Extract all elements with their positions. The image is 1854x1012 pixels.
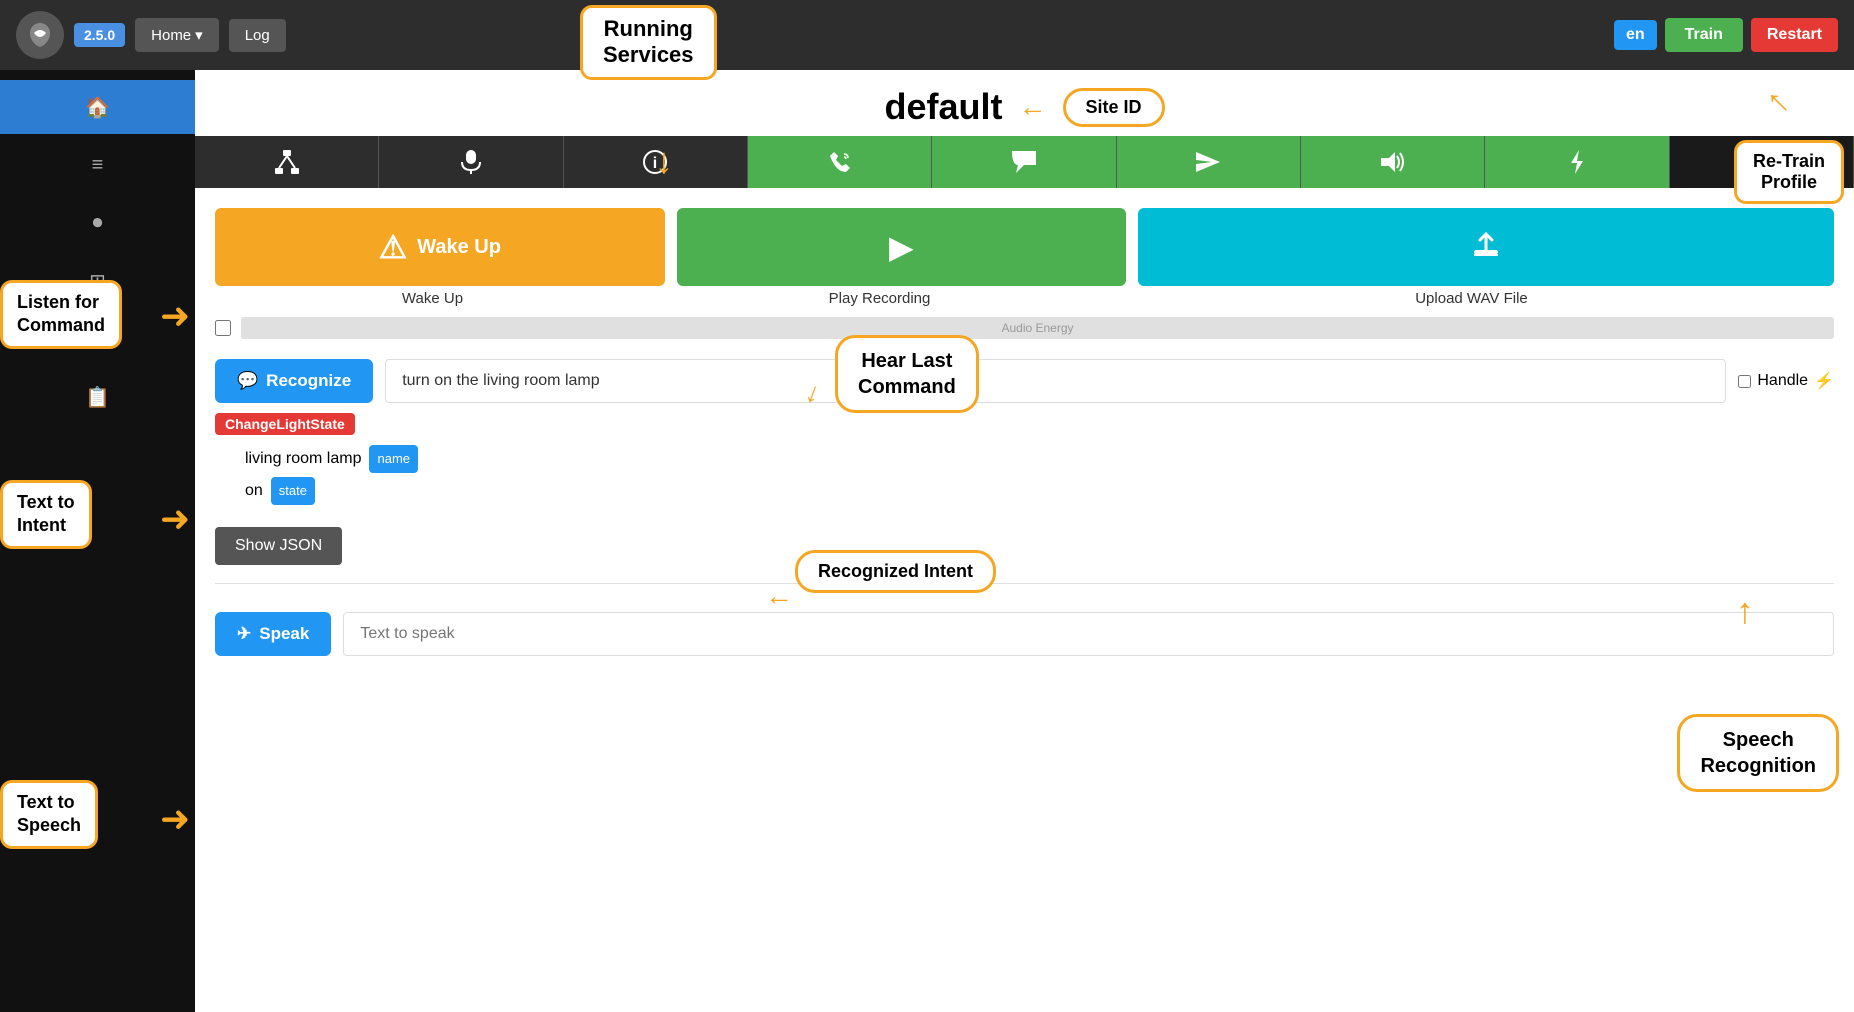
- sidebar-item-docs[interactable]: 📋: [0, 370, 195, 424]
- speak-label: Speak: [259, 624, 309, 644]
- logo: [16, 11, 64, 59]
- list-item: living room lamp name: [245, 443, 1834, 475]
- text-speech-arrow-icon: ➜: [160, 798, 190, 840]
- tab-microphone[interactable]: [379, 136, 563, 188]
- speak-row: ✈ Speak: [195, 592, 1854, 666]
- slot-text-1: living room lamp: [245, 443, 361, 475]
- content-area: Re-TrainProfile ↑ default ← Site ID ↓: [195, 70, 1854, 1012]
- home-label: Home: [151, 27, 191, 44]
- tab-phone[interactable]: [748, 136, 932, 188]
- show-json-button[interactable]: Show JSON: [215, 527, 342, 565]
- send-icon: ✈: [237, 624, 251, 644]
- slot-badge-state: state: [271, 477, 315, 505]
- listen-arrow-icon: ➜: [160, 295, 190, 337]
- annotation-text-to-intent: Text toIntent: [0, 480, 92, 549]
- slot-text-2: on: [245, 475, 263, 507]
- site-id-row: default ← Site ID: [195, 70, 1854, 136]
- navbar-right: en Train Restart: [1614, 18, 1838, 52]
- dropdown-arrow-icon: ▾: [195, 26, 203, 44]
- tab-send[interactable]: [1117, 136, 1301, 188]
- site-id-arrow-icon: ←: [1019, 91, 1047, 123]
- restart-button[interactable]: Restart: [1751, 18, 1838, 52]
- speak-button[interactable]: ✈ Speak: [215, 612, 331, 656]
- action-buttons-row: ⚠ Wake Up ▶: [195, 188, 1854, 286]
- navbar: 2.5.0 Home ▾ Log RunningServices en Trai…: [0, 0, 1854, 70]
- audio-energy-row: Audio Energy: [195, 307, 1854, 349]
- wake-up-label: Wake Up: [417, 236, 501, 259]
- warning-icon: ⚠: [379, 228, 408, 266]
- slot-badge-name: name: [369, 445, 418, 473]
- recognize-row: 💬 Recognize Handle ⚡: [195, 349, 1854, 413]
- sidebar-item-menu[interactable]: ≡: [0, 138, 195, 192]
- main-layout: 🏠 ≡ ⏺ ⊞ ⚙ 📋 Listen forCommand ➜ Text toI…: [0, 70, 1854, 1012]
- intent-badge: ChangeLightState: [215, 413, 355, 435]
- language-badge: en: [1614, 20, 1657, 50]
- annotation-text-to-speech: Text toSpeech: [0, 780, 98, 849]
- recognize-label: Recognize: [266, 371, 351, 391]
- audio-energy-bar: Audio Energy: [241, 317, 1834, 339]
- version-badge: 2.5.0: [74, 23, 125, 47]
- play-recording-button[interactable]: ▶: [677, 208, 1127, 286]
- section-divider: [215, 583, 1834, 584]
- annotation-speech-recognition: SpeechRecognition: [1677, 714, 1839, 792]
- text-intent-arrow-icon: ➜: [160, 498, 190, 540]
- text-to-intent-label: Text toIntent: [17, 492, 75, 535]
- site-id-annotation: Site ID: [1063, 88, 1165, 127]
- show-json-section: Show JSON: [195, 517, 1854, 575]
- tab-lightning[interactable]: [1485, 136, 1669, 188]
- retrain-label: Re-TrainProfile: [1753, 151, 1825, 192]
- sidebar-item-home[interactable]: 🏠: [0, 80, 195, 134]
- upload-wav-label-text: Upload WAV File: [1109, 290, 1834, 307]
- recognized-intent-label: Recognized Intent: [818, 561, 973, 581]
- annotation-listen-for-command: Listen forCommand: [0, 280, 122, 349]
- sidebar-item-record[interactable]: ⏺: [0, 196, 195, 250]
- intent-section: ChangeLightState living room lamp name o…: [195, 413, 1854, 517]
- play-recording-label-text: Play Recording: [662, 290, 1097, 307]
- train-button[interactable]: Train: [1665, 18, 1743, 52]
- text-to-speech-label: Text toSpeech: [17, 792, 81, 835]
- recognized-intent-arrow-icon: ←: [765, 580, 793, 612]
- intent-slots-list: living room lamp name on state: [215, 443, 1834, 507]
- tab-network[interactable]: [195, 136, 379, 188]
- listen-for-command-label: Listen forCommand: [17, 292, 105, 335]
- recognize-input[interactable]: [385, 359, 1726, 403]
- running-services-label: RunningServices: [603, 16, 694, 67]
- speak-input[interactable]: [343, 612, 1834, 656]
- audio-energy-label: Audio Energy: [1001, 321, 1073, 335]
- tab-bar: i: [195, 136, 1854, 188]
- hear-last-command-label: Hear LastCommand: [858, 350, 956, 398]
- lightning-icon: ⚡: [1814, 371, 1834, 391]
- handle-label: Handle: [1757, 372, 1808, 390]
- chat-icon: 💬: [237, 371, 258, 391]
- tab-chat[interactable]: [932, 136, 1116, 188]
- wake-up-button[interactable]: ⚠ Wake Up: [215, 208, 665, 286]
- tab-volume[interactable]: [1301, 136, 1485, 188]
- speech-recognition-label: SpeechRecognition: [1700, 729, 1816, 777]
- list-item: on state: [245, 475, 1834, 507]
- btn-labels-row: Wake Up Play Recording Upload WAV File: [195, 286, 1854, 307]
- wake-up-label-text: Wake Up: [215, 290, 650, 307]
- play-icon: ▶: [889, 228, 914, 266]
- home-button[interactable]: Home ▾: [135, 18, 219, 52]
- upload-icon: [1470, 230, 1502, 264]
- annotation-recognized-intent: Recognized Intent: [795, 550, 996, 593]
- annotation-hear-last-command: Hear LastCommand: [835, 335, 979, 413]
- speech-recognition-arrow-icon: ↑: [1736, 590, 1754, 632]
- recognize-button[interactable]: 💬 Recognize: [215, 359, 373, 403]
- audio-energy-checkbox[interactable]: [215, 320, 231, 336]
- annotation-retrain-profile: Re-TrainProfile: [1734, 140, 1844, 204]
- running-services-down-arrow-icon: ↓: [655, 140, 673, 182]
- handle-row: Handle ⚡: [1738, 371, 1834, 391]
- upload-wav-button[interactable]: [1138, 208, 1834, 286]
- handle-checkbox[interactable]: [1738, 375, 1751, 388]
- site-id-title: default: [884, 86, 1002, 128]
- log-button[interactable]: Log: [229, 19, 286, 52]
- running-services-annotation: RunningServices: [580, 5, 717, 80]
